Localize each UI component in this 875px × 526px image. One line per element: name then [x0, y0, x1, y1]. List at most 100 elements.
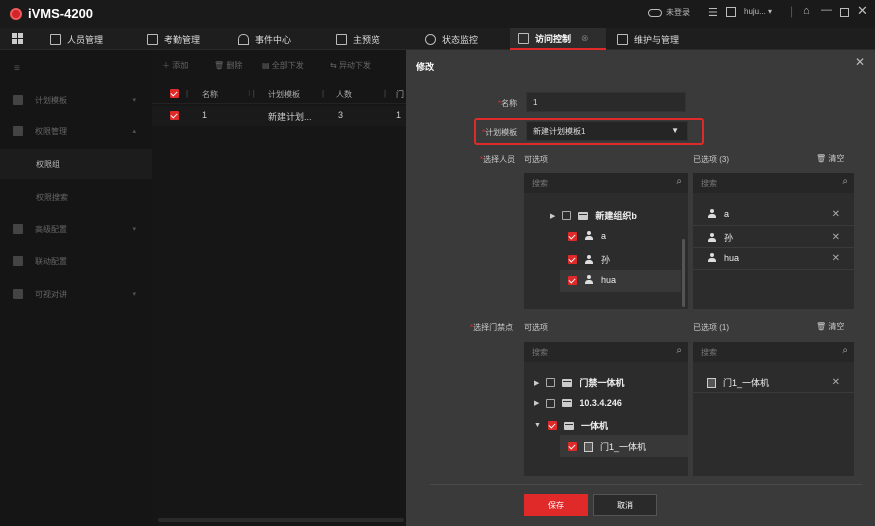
checkbox[interactable] — [546, 398, 556, 408]
table-row[interactable]: 1 新建计划... 3 1 — [152, 106, 406, 126]
search-icon[interactable]: ⌕ — [842, 176, 848, 187]
door-search-input[interactable]: 搜索 ⌕ — [524, 342, 688, 362]
grid-menu-icon[interactable] — [12, 33, 23, 44]
permission-group-list: ＋ 添加 🗑 删除 ▤ 全部下发 ⇆ 异动下发 | 名称 ⁝ | 计划模板 | … — [152, 50, 406, 526]
login-status[interactable]: 未登录 — [648, 7, 690, 18]
selected-door-item: 门1_一体机 ✕ — [707, 376, 854, 389]
checkbox[interactable] — [547, 421, 557, 430]
selected-door-search-input[interactable]: 搜索 ⌕ — [693, 342, 854, 362]
tab-attendance[interactable]: 考勤管理 — [147, 28, 200, 50]
selected-doors-panel: 搜索 ⌕ 门1_一体机 ✕ — [693, 342, 854, 476]
tree-item-device[interactable]: ▶ 门禁一体机 — [534, 376, 624, 389]
close-window-icon[interactable]: ✕ — [857, 3, 868, 19]
chevron-up-icon: ▴ — [132, 128, 136, 135]
sidebar-item-permission-group[interactable]: 权限组 — [0, 149, 152, 179]
minimize-icon[interactable]: — — [821, 4, 832, 16]
expand-arrow-icon[interactable]: ▶ — [534, 399, 539, 407]
tree-item-person[interactable]: 孙 — [568, 253, 610, 266]
sidebar-item-schedule-template[interactable]: 计划模板 ▾ — [0, 85, 152, 115]
remove-icon[interactable]: ✕ — [832, 377, 840, 388]
available-persons-panel: 搜索 ⌕ ▶ 新建组织b a 孙 hua — [524, 173, 688, 309]
person-icon — [707, 209, 717, 219]
close-dialog-icon[interactable]: ✕ — [855, 55, 865, 69]
clear-persons-button[interactable]: 🗑 清空 — [816, 153, 844, 164]
lock-icon[interactable]: ⌂ — [803, 5, 810, 17]
collapse-menu-icon[interactable]: ≡ — [14, 63, 20, 74]
selected-person-search-input[interactable]: 搜索 ⌕ — [693, 173, 854, 193]
chevron-down-icon: ▾ — [132, 226, 136, 233]
org-icon — [578, 211, 589, 220]
tab-maintenance[interactable]: 维护与管理 — [617, 28, 679, 50]
tree-item-door[interactable]: 门1_一体机 — [568, 440, 646, 453]
available-persons-label: 可选项 — [524, 155, 548, 164]
user-menu[interactable]: huju... ▾ — [744, 7, 772, 16]
sidebar-item-permission-management[interactable]: 权限管理 ▴ — [0, 116, 152, 146]
door-icon — [584, 441, 593, 452]
header-name[interactable]: 名称 — [202, 89, 218, 100]
available-doors-label: 可选项 — [524, 323, 548, 332]
select-all-checkbox[interactable] — [170, 89, 179, 98]
remove-icon[interactable]: ✕ — [832, 209, 840, 220]
horizontal-scrollbar[interactable] — [158, 518, 404, 522]
deliver-all-button[interactable]: ▤ 全部下发 — [262, 60, 304, 71]
maximize-icon[interactable] — [840, 8, 849, 17]
tree-item-person[interactable]: hua — [568, 275, 616, 285]
tree-item-org[interactable]: ▶ 新建组织b — [550, 209, 637, 222]
tree-item-device[interactable]: ▼ 一体机 — [534, 419, 608, 432]
title-bar: iVMS-4200 未登录 ☰ huju... ▾ | ⌂ — ✕ — [0, 0, 875, 28]
device-icon — [562, 378, 573, 387]
save-button[interactable]: 保存 — [524, 494, 588, 516]
search-icon[interactable]: ⌕ — [842, 345, 848, 356]
person-search-input[interactable]: 搜索 ⌕ — [524, 173, 688, 193]
tree-item-device[interactable]: ▶ 10.3.4.246 — [534, 398, 622, 408]
sidebar-item-advanced-config[interactable]: 高级配置 ▾ — [0, 214, 152, 244]
trash-icon: 🗑 — [816, 322, 827, 331]
delete-button[interactable]: 🗑 删除 — [214, 60, 242, 71]
dialog-title: 修改 — [416, 62, 435, 72]
collapse-arrow-icon[interactable]: ▼ — [534, 422, 541, 429]
checkbox[interactable] — [568, 275, 577, 285]
header-template[interactable]: 计划模板 — [268, 89, 300, 100]
close-tab-icon[interactable]: ⊗ — [581, 33, 589, 44]
tree-item-person[interactable]: a — [568, 231, 606, 241]
expand-arrow-icon[interactable]: ▶ — [534, 379, 539, 387]
divider — [430, 484, 862, 485]
checkbox[interactable] — [568, 255, 577, 264]
picture-icon[interactable] — [726, 7, 736, 17]
tab-access-control[interactable]: 访问控制 ⊗ — [510, 28, 606, 50]
sidebar-item-linkage-config[interactable]: 联动配置 — [0, 246, 152, 276]
search-icon[interactable]: ⌕ — [676, 345, 682, 356]
add-button[interactable]: ＋ 添加 — [162, 60, 188, 71]
remove-icon[interactable]: ✕ — [832, 253, 840, 264]
calendar-icon — [147, 33, 158, 45]
remove-icon[interactable]: ✕ — [832, 232, 840, 243]
selected-persons-label: 已选项 (3) — [693, 155, 729, 164]
checkbox[interactable] — [562, 211, 572, 220]
search-icon[interactable]: ⌕ — [676, 176, 682, 187]
header-door[interactable]: 门 — [396, 89, 404, 100]
template-select[interactable]: 新建计划模板1 ▼ — [526, 121, 688, 141]
permission-icon — [13, 126, 23, 136]
checkbox[interactable] — [568, 442, 577, 451]
clear-doors-button[interactable]: 🗑 清空 — [816, 321, 844, 332]
checkbox[interactable] — [568, 231, 577, 241]
tab-main-preview[interactable]: 主预览 — [336, 28, 380, 50]
tab-event-center[interactable]: 事件中心 — [238, 28, 291, 50]
sidebar-item-permission-search[interactable]: 权限搜索 — [0, 182, 152, 212]
schedule-icon — [13, 95, 23, 105]
door-label: *选择门禁点 — [470, 323, 514, 332]
header-count[interactable]: 人数 — [336, 89, 352, 100]
app-logo-icon — [10, 8, 22, 20]
vertical-scrollbar[interactable] — [682, 239, 685, 307]
row-checkbox[interactable] — [170, 111, 179, 120]
tab-person-management[interactable]: 人员管理 — [50, 28, 103, 50]
selected-doors-label: 已选项 (1) — [693, 323, 729, 332]
name-input[interactable]: 1 — [526, 92, 686, 112]
cancel-button[interactable]: 取消 — [593, 494, 657, 516]
tab-status-monitor[interactable]: 状态监控 — [425, 28, 478, 50]
expand-arrow-icon[interactable]: ▶ — [550, 212, 555, 220]
checkbox[interactable] — [546, 378, 556, 387]
sidebar-item-video-intercom[interactable]: 可视对讲 ▾ — [0, 279, 152, 309]
menu-list-icon[interactable]: ☰ — [708, 6, 718, 19]
deliver-error-button[interactable]: ⇆ 异动下发 — [330, 60, 371, 71]
